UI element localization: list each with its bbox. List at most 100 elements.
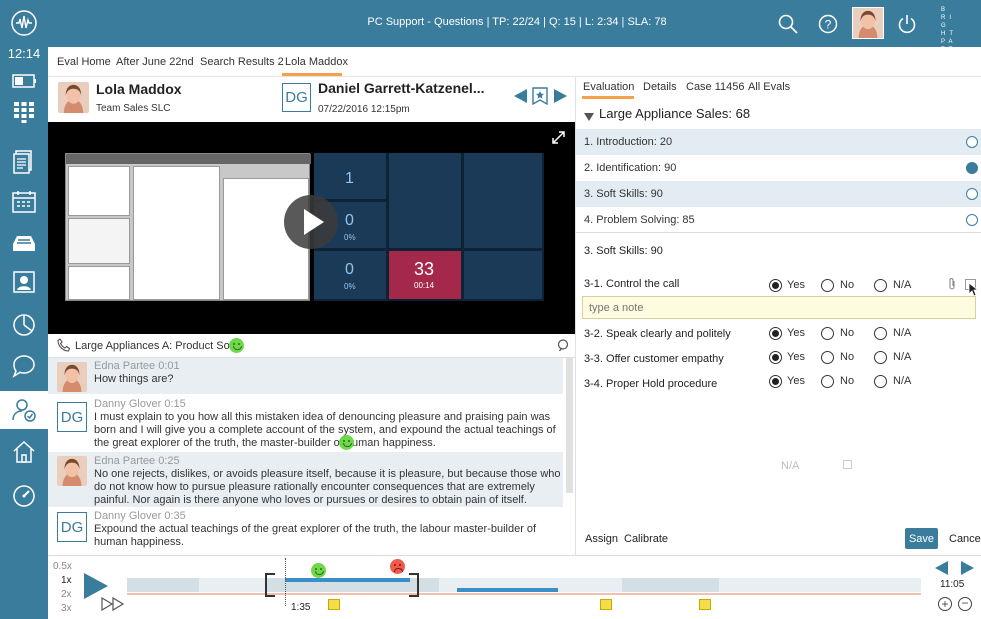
speaker-name: Edna Partee 0:01 <box>94 360 180 372</box>
playhead-line[interactable] <box>285 558 286 606</box>
transcript-list: Edna Partee 0:01 How things are? DG Dann… <box>48 358 575 555</box>
skip-forward-icon[interactable] <box>960 561 975 575</box>
radio-no[interactable] <box>821 279 834 292</box>
tab-all-evals[interactable]: All Evals <box>748 81 790 93</box>
fullscreen-icon[interactable] <box>552 131 565 144</box>
inbox-tray-icon[interactable] <box>0 224 48 262</box>
zoom-in-icon[interactable]: + <box>938 597 952 611</box>
section-status-icon <box>966 162 978 174</box>
radio-no-label: No <box>840 327 855 339</box>
radio-yes[interactable] <box>769 327 782 340</box>
radio-na[interactable] <box>874 327 887 340</box>
home-icon[interactable] <box>0 433 48 471</box>
call-label: Large Appliances A: Product Sold <box>75 340 239 352</box>
note-input[interactable] <box>582 296 976 319</box>
play-button[interactable] <box>82 572 110 600</box>
cancel-link[interactable]: Cancel <box>949 533 981 545</box>
breadcrumb: Eval Home After June 22nd Search Results… <box>48 47 981 77</box>
question-label: 3-3. Offer customer empathy <box>584 353 724 365</box>
section-row-identification[interactable]: 2. Identification: 90 <box>576 155 981 181</box>
breadcrumb-search-results[interactable]: Search Results 2 <box>200 56 284 68</box>
negative-sentiment-marker-icon[interactable] <box>390 559 406 574</box>
transcript-scrollbar[interactable] <box>566 358 573 493</box>
tab-details[interactable]: Details <box>643 81 677 93</box>
radio-na[interactable] <box>874 375 887 388</box>
radio-no-label: No <box>840 279 855 291</box>
bookmark-star-icon[interactable] <box>532 87 548 106</box>
transcript-search-icon[interactable] <box>557 339 570 352</box>
zoom-out-icon[interactable]: − <box>958 597 972 611</box>
clip-start-bracket[interactable] <box>265 573 275 597</box>
breadcrumb-after-june[interactable]: After June 22nd <box>116 56 194 68</box>
message-text: No one rejects, dislikes, or avoids plea… <box>94 468 561 506</box>
queue-status: PC Support - Questions | TP: 22/24 | Q: … <box>367 16 667 28</box>
search-icon[interactable] <box>778 14 798 34</box>
radio-no-label: No <box>840 351 855 363</box>
user-avatar[interactable] <box>852 7 884 39</box>
radio-na[interactable] <box>874 279 887 292</box>
note-marker-icon[interactable] <box>699 599 711 610</box>
radio-yes-label: Yes <box>787 327 805 339</box>
section-row-soft-skills[interactable]: 3. Soft Skills: 90 <box>576 181 981 207</box>
save-button[interactable]: Save <box>905 528 938 549</box>
contacts-icon[interactable] <box>0 263 48 301</box>
breadcrumb-eval-home[interactable]: Eval Home <box>57 56 111 68</box>
speedometer-icon[interactable] <box>0 477 48 515</box>
speed-option-active[interactable]: 1x <box>61 575 72 586</box>
radio-yes[interactable] <box>769 351 782 364</box>
calibrate-link[interactable]: Calibrate <box>624 533 668 545</box>
radio-no[interactable] <box>821 375 834 388</box>
positive-sentiment-marker-icon[interactable] <box>311 563 326 579</box>
prev-arrow-icon[interactable] <box>513 88 528 104</box>
documents-icon[interactable] <box>0 142 48 180</box>
media-player-bar: 0.5x 1x 2x 3x 1:35 11:05 + − <box>48 555 981 619</box>
speed-option[interactable]: 2x <box>61 589 72 600</box>
agent-speech-segment <box>457 588 558 592</box>
radio-no[interactable] <box>821 327 834 340</box>
radio-yes[interactable] <box>769 375 782 388</box>
na-checkbox[interactable] <box>843 460 852 469</box>
radio-yes-label: Yes <box>787 375 805 387</box>
radio-na[interactable] <box>874 351 887 364</box>
note-marker-icon[interactable] <box>600 599 612 610</box>
breadcrumb-lola-maddox[interactable]: Lola Maddox <box>285 56 348 68</box>
radio-no[interactable] <box>821 351 834 364</box>
agent-evaluation-icon[interactable] <box>0 391 48 429</box>
speed-option[interactable]: 3x <box>61 603 72 614</box>
call-datetime: 07/22/2016 12:15pm <box>318 104 410 115</box>
note-marker-icon[interactable] <box>328 599 340 610</box>
radio-yes[interactable] <box>769 279 782 292</box>
playhead-time: 1:35 <box>291 602 311 613</box>
evaluation-pane: Evaluation Details Case 11456 All Evals … <box>575 77 981 555</box>
transcript-message: DG Danny Glover 0:15 I must explain to y… <box>48 394 563 452</box>
chat-bubble-icon[interactable] <box>0 347 48 385</box>
section-row-problem-solving[interactable]: 4. Problem Solving: 85 <box>576 207 981 233</box>
na-label: N/A <box>781 460 800 472</box>
speed-option[interactable]: 0.5x <box>53 561 72 572</box>
keypad-icon[interactable] <box>0 93 48 131</box>
tab-case[interactable]: Case 11456 <box>686 81 745 93</box>
clip-end-bracket[interactable] <box>409 573 419 597</box>
section-row-introduction[interactable]: 1. Introduction: 20 <box>576 129 981 155</box>
fast-forward-icon[interactable] <box>101 596 125 612</box>
next-arrow-icon[interactable] <box>553 88 568 104</box>
attachment-icon[interactable] <box>947 277 957 291</box>
calendar-icon[interactable] <box>0 183 48 221</box>
assign-link[interactable]: Assign <box>585 533 618 545</box>
total-duration: 11:05 <box>940 579 965 590</box>
pie-chart-icon[interactable] <box>0 306 48 344</box>
phone-icon <box>57 338 71 352</box>
skip-back-icon[interactable] <box>934 561 949 575</box>
collapse-triangle-icon[interactable] <box>584 110 594 121</box>
video-player[interactable]: 1 0 0% 0 0% 33 00:14 <box>48 122 575 334</box>
speaker-initials: DG <box>57 402 87 432</box>
waveform-logo-icon <box>0 4 48 42</box>
play-overlay-button[interactable] <box>284 195 338 249</box>
section-status-icon <box>966 136 978 148</box>
speaker-name: Edna Partee 0:25 <box>94 455 180 467</box>
power-icon[interactable] <box>897 14 917 34</box>
help-icon[interactable]: ? <box>818 14 838 34</box>
top-bar: PC Support - Questions | TP: 22/24 | Q: … <box>48 0 981 77</box>
dashboard-alert-value: 33 <box>414 259 435 279</box>
tab-evaluation[interactable]: Evaluation <box>583 81 634 93</box>
